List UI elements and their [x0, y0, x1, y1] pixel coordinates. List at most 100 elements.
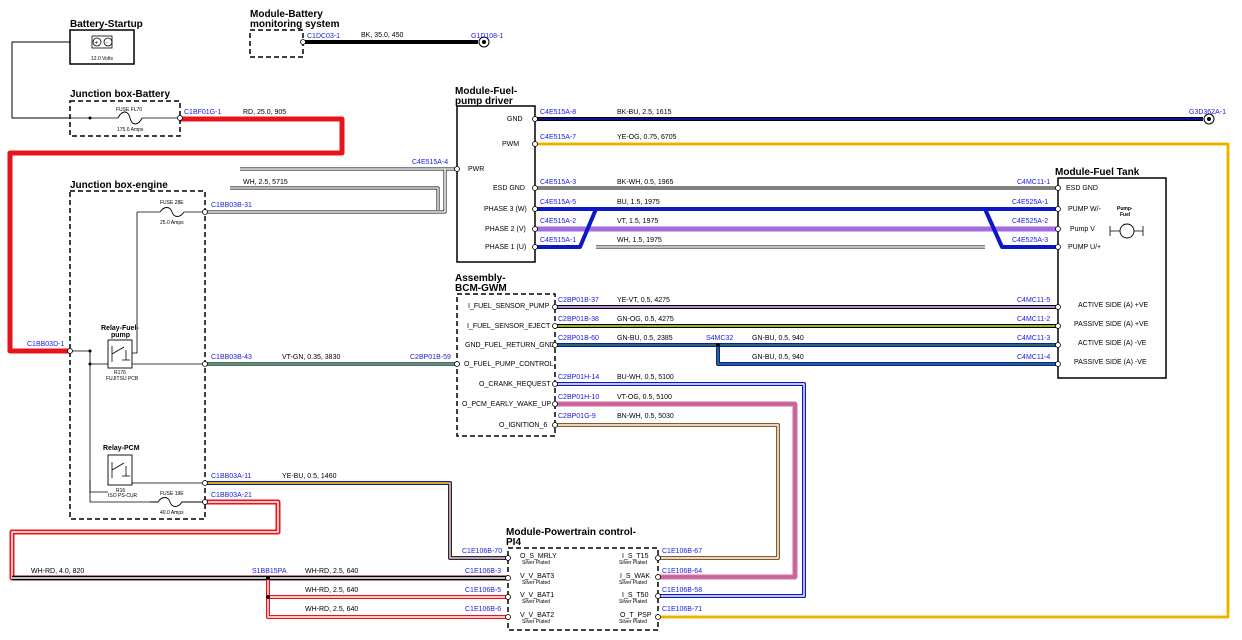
ft-pin-as-pve: ACTIVE SIDE (A) +VE: [1078, 302, 1149, 309]
wire-label-3: BK-BU, 2.5, 1615: [617, 109, 672, 116]
wire-label-10: YE-VT, 0.5, 4275: [617, 297, 670, 304]
conn-c15: C4E525A-3: [1012, 237, 1048, 244]
conn-c9: C4MC11-1: [1017, 179, 1050, 186]
svg-text:+: +: [95, 41, 99, 47]
fd-pin-esd: ESD GND: [493, 185, 525, 192]
wire-label-5: WH, 2.5, 5715: [243, 179, 288, 186]
pcm-plated-r3: Silver Plated: [619, 599, 647, 605]
battery-title: Battery-Startup: [70, 19, 143, 30]
bcm-pin-4: O_FUEL_PUMP_CONTROL: [464, 361, 554, 368]
wire-label-7: BU, 1.5, 1975: [617, 199, 660, 206]
conn-c23: S4MC32: [706, 335, 733, 342]
wire-wh-5715: [230, 186, 440, 210]
wiring-diagram: Battery-Startup + - 12.0 Volts Module-Ba…: [7, 9, 1230, 631]
module-fuel-tank: Module-Fuel Tank ESD GND PUMP W/- Pump V…: [1055, 167, 1167, 379]
conn-c6: C4E515A-7: [540, 134, 576, 141]
conn-c18: C2BP01B-37: [558, 297, 599, 304]
bcm-pin-2: I_FUEL_SENSOR_EJECT: [467, 323, 551, 330]
pcm-plated-r2: Silver Plated: [619, 580, 647, 586]
pcm-rpin-3: I_S_T50: [622, 592, 649, 599]
pcm-lpin-4: V_V_BAT2: [520, 612, 554, 619]
pcm-title-1: Module-Powertrain control-: [506, 527, 636, 538]
conn-c12: C4E515A-2: [540, 218, 576, 225]
conn-c30: C2BP01G-9: [558, 413, 596, 420]
wire-label-2: RD, 25.0, 905: [243, 109, 286, 116]
ft-pin-ps-nve: PASSIVE SIDE (A) -VE: [1074, 359, 1147, 366]
wire-label-20: WH-RD, 4.0, 820: [31, 568, 84, 575]
conn-c14: C4E515A-1: [540, 237, 576, 244]
conn-c17: C1BB03D-1: [27, 341, 64, 348]
fuse28-amps: 25.0 Amps: [160, 220, 184, 226]
ft-pin-ps-pve: PASSIVE SIDE (A) +VE: [1074, 321, 1149, 328]
wire-label-18: BN-WH, 0.5, 5030: [617, 413, 674, 420]
fuel-tank-pump-2: Fuel: [1120, 212, 1131, 218]
conn-c16: C1BB03B-31: [211, 202, 252, 209]
conn-c26: C1BB03B-43: [211, 354, 252, 361]
fuse19-label: FUSE 19E: [160, 491, 184, 497]
fd-pin-pwm: PWM: [502, 141, 519, 148]
conn-c41: C1E106B-71: [662, 606, 702, 613]
conn-c4: C4E515A-8: [540, 109, 576, 116]
fuse19-amps: 40.0 Amps: [160, 510, 184, 516]
conn-c1: C1DC03-1: [307, 33, 340, 40]
jb-battery-title: Junction box-Battery: [70, 89, 170, 100]
conn-c27: C2BP01B-59: [410, 354, 451, 361]
relay-pcm-sub-2: ISO PS-CUR: [108, 493, 138, 499]
bcm-pin-3: GND_FUEL_RETURN_GND: [465, 342, 555, 349]
conn-c20: C2BP01B-38: [558, 316, 599, 323]
pcm-title-2: PI4: [506, 537, 521, 548]
wire-label-16: BU-WH, 0.5, 5100: [617, 374, 674, 381]
conn-c39: C1E106B-58: [662, 587, 702, 594]
conn-c8: C4E515A-3: [540, 179, 576, 186]
conn-c21: C4MC11-2: [1017, 316, 1050, 323]
battery-volts: 12.0 Volts: [91, 56, 113, 62]
relay-fuel-2: pump: [111, 332, 130, 339]
ft-pin-as-nve: ACTIVE SIDE (A) -VE: [1078, 340, 1147, 347]
pcm-plated-r4: Silver Plated: [619, 619, 647, 625]
wire-label-13: GN-BU, 0.5, 940: [752, 335, 804, 342]
wire-label-11: GN-OG, 0.5, 4275: [617, 316, 674, 323]
bcm-pin-7: O_IGNITION_6: [499, 422, 547, 429]
wire-label-4: YE-OG, 0.75, 6705: [617, 134, 677, 141]
fd-pin-ph1: PHASE 1 (U): [485, 244, 526, 251]
conn-c29: C2BP01H-10: [558, 394, 599, 401]
wire-label-1: BK, 35.0, 450: [361, 32, 404, 39]
conn-c33: C1E106B-70: [462, 548, 502, 555]
pcm-lpin-2: V_V_BAT3: [520, 573, 554, 580]
conn-c34: C1E106B-67: [662, 548, 702, 555]
ft-pin-u: PUMP U/+: [1068, 244, 1101, 251]
splice-s1bb15pa: [266, 576, 270, 580]
conn-c35: S1BB15PA: [252, 568, 287, 575]
svg-text:-: -: [106, 41, 108, 47]
wire-label-12: GN-BU, 0.5, 2385: [617, 335, 673, 342]
conn-c31: C1BB03A-11: [211, 473, 251, 480]
conn-c40: C1E106B-6: [465, 606, 501, 613]
wire-label-19: YE-BU, 0.5, 1460: [282, 473, 337, 480]
module-fuel-pump-driver: Module-Fuel- pump driver GND PWM PWR ESD…: [454, 86, 538, 263]
conn-c7: C4E515A-4: [412, 159, 448, 166]
pcm-plated-l1: Silver Plated: [522, 560, 550, 566]
pcm-rpin-4: O_T_PSP: [620, 612, 652, 619]
conn-c19: C4MC11-5: [1017, 297, 1050, 304]
pcm-plated-l2: Silver Plated: [522, 580, 550, 586]
wire-label-15: VT-GN, 0.35, 3830: [282, 354, 340, 361]
splice-s4mc32: [716, 343, 720, 347]
wire-label-21: WH-RD, 2.5, 640: [305, 568, 358, 575]
pcm-plated-l3: Silver Plated: [522, 599, 550, 605]
conn-c2: G1D108-1: [471, 33, 503, 40]
wire-label-8: VT, 1.5, 1975: [617, 218, 658, 225]
ft-pin-v: Pump V: [1070, 226, 1095, 233]
wire-bn-wh: [555, 423, 780, 560]
pcm-lpin-1: O_S_MRLY: [520, 553, 557, 560]
relay-pcm-label: Relay-PCM: [103, 445, 140, 452]
conn-c24: C4MC11-3: [1017, 335, 1050, 342]
wire-label-6: BK-WH, 0.5, 1965: [617, 179, 674, 186]
pcm-plated-r1: Silver Plated: [619, 560, 647, 566]
pcm-rpin-1: I_S_T15: [622, 553, 649, 560]
module-powertrain-control: Module-Powertrain control- PI4 O_S_MRLY …: [505, 527, 661, 631]
jb-battery-amps: 175.0 Amps: [117, 127, 144, 133]
conn-c11: C4E525A-1: [1012, 199, 1048, 206]
fd-pin-ph3: PHASE 3 (W): [484, 206, 527, 213]
battery-icon: + -: [91, 35, 113, 49]
bcm-pin-5: O_CRANK_REQUEST: [479, 381, 551, 388]
